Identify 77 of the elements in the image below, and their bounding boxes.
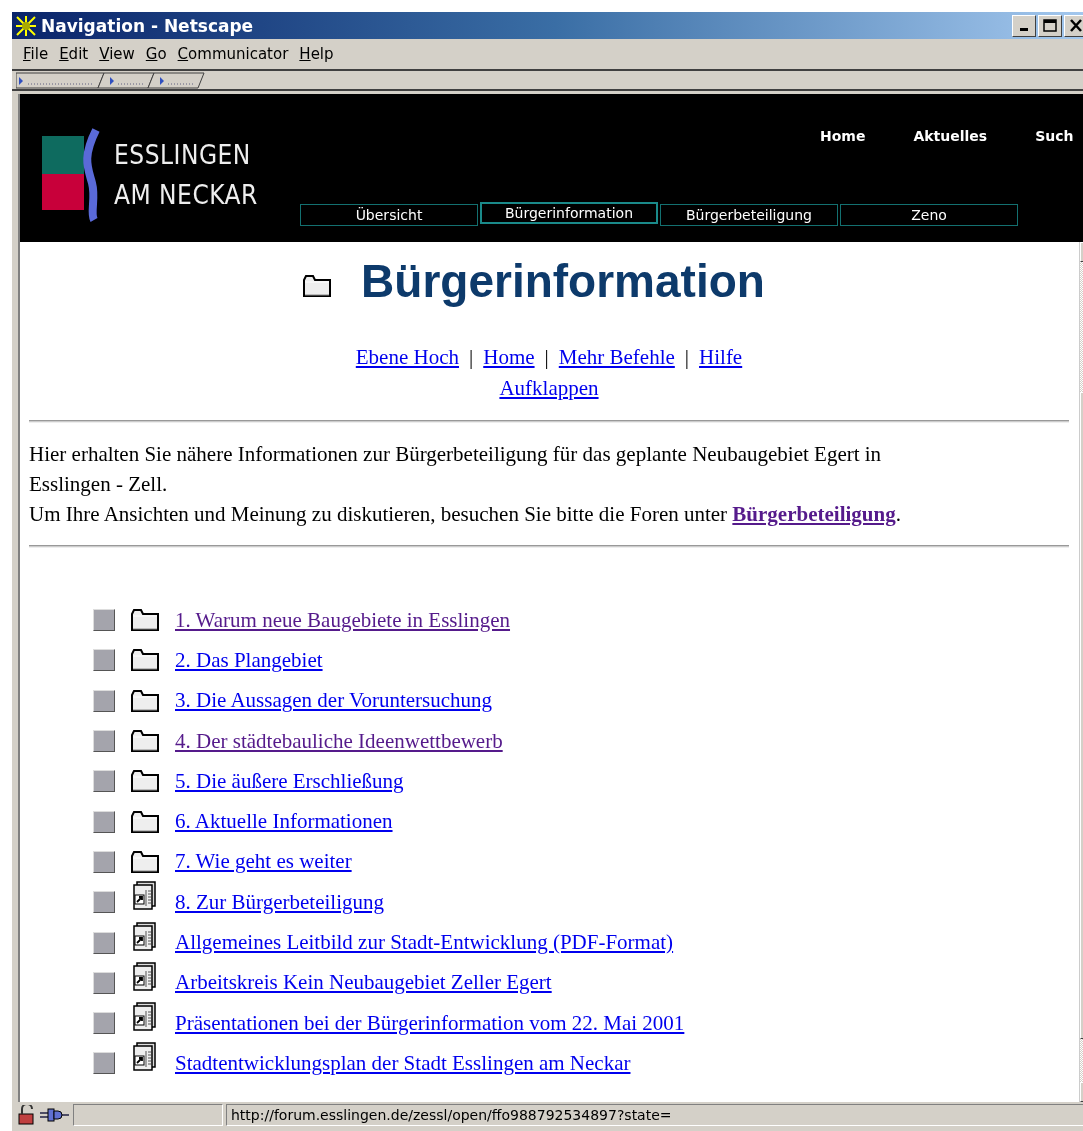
nav-link[interactable]: Mehr Befehle <box>558 345 675 369</box>
nav-tab[interactable]: Bürgerbeteiligung <box>660 204 838 226</box>
intro-text: Hier erhalten Sie nähere Informationen zur Bürgerbeteiligung für das geplante Neubaugebiet Egert in Esslingen - Zell. <box>29 442 882 496</box>
bullet-icon <box>93 689 115 712</box>
list-link[interactable]: 4. Der städtebauliche Ideenwettbewerb <box>175 728 503 754</box>
list-link[interactable]: Präsentationen bei der Bürgerinformation vom 22. Mai 2001 <box>175 1010 685 1036</box>
app-icon <box>15 14 37 37</box>
folder-icon <box>131 730 159 753</box>
nav-link[interactable]: Home <box>483 345 535 369</box>
separator: | <box>469 345 474 369</box>
bullet-icon <box>93 850 115 873</box>
logo-icon <box>42 128 102 222</box>
status-url: http://forum.esslingen.de/zessl/open/ffo988792534897?state= <box>226 1104 1083 1126</box>
toolbar-tabs-icon[interactable] <box>16 71 206 89</box>
nav-link[interactable]: Home <box>820 128 866 144</box>
list-link[interactable]: 5. Die äußere Erschließung <box>175 768 404 794</box>
nav-tab[interactable]: Übersicht <box>300 204 478 226</box>
nav-link[interactable]: Aktuelles <box>913 128 988 144</box>
list-link[interactable]: 6. Aktuelle Informationen <box>175 809 393 835</box>
list-link[interactable]: 2. Das Plangebiet <box>175 647 323 673</box>
bullet-icon <box>93 931 115 954</box>
intro-text: Um Ihre Ansichten und Meinung zu diskutieren, besuchen Sie bitte die Foren unter Bürgerbeteiligung. <box>29 501 902 528</box>
maximize-button[interactable] <box>1038 14 1062 37</box>
list-link[interactable]: Arbeitskreis Kein Neubaugebiet Zeller Egert <box>175 970 552 996</box>
menu-item[interactable]: File <box>23 45 49 63</box>
document-icon <box>131 881 157 912</box>
list-link[interactable]: Allgemeines Leitbild zur Stadt-Entwicklung (PDF-Format) <box>175 930 674 955</box>
list-link[interactable]: 3. Die Aussagen der Voruntersuchung <box>175 688 493 714</box>
plug-icon <box>39 1105 70 1125</box>
menu-item[interactable]: Go <box>145 45 167 63</box>
document-icon <box>131 921 157 952</box>
bullet-icon <box>93 1012 115 1035</box>
nav-tab[interactable]: Zeno <box>840 204 1018 226</box>
document-icon <box>131 1002 157 1033</box>
list-link[interactable]: 7. Wie geht es weiter <box>175 849 352 875</box>
bullet-icon <box>93 971 115 994</box>
forum-link[interactable]: Bürgerbeteiligung <box>732 502 896 526</box>
bullet-icon <box>93 770 115 793</box>
folder-icon <box>303 275 332 297</box>
list-link[interactable]: 1. Warum neue Baugebiete in Esslingen <box>175 607 510 633</box>
bullet-icon <box>93 609 115 632</box>
page-heading: Bürgerinformation <box>361 254 765 308</box>
document-icon <box>131 1042 157 1073</box>
bullet-icon <box>93 730 115 753</box>
bullet-icon <box>93 891 115 914</box>
nav-link[interactable]: Hilfe <box>699 345 743 369</box>
folder-icon <box>131 609 159 632</box>
maximize-icon <box>1042 18 1058 33</box>
menu-item[interactable]: View <box>99 45 135 63</box>
minimize-icon <box>1020 28 1028 31</box>
logo-text: AM NECKAR <box>114 180 258 210</box>
menu-item[interactable]: Edit <box>59 45 89 63</box>
lock-icon[interactable] <box>16 1105 36 1125</box>
minimize-button[interactable] <box>1012 14 1036 37</box>
folder-icon <box>131 689 159 712</box>
folder-icon <box>131 810 159 833</box>
close-icon <box>1068 18 1083 33</box>
menu-item[interactable]: Help <box>299 45 334 63</box>
nav-link[interactable]: Such <box>1035 128 1074 144</box>
folder-icon <box>131 649 159 672</box>
window-title: Navigation - Netscape <box>41 15 254 36</box>
nav-link[interactable]: Aufklappen <box>499 376 599 400</box>
nav-tab[interactable]: Bürgerinformation <box>480 202 658 224</box>
menu-item[interactable]: Communicator <box>177 45 289 63</box>
document-icon <box>131 961 157 992</box>
separator: | <box>684 345 690 369</box>
logo-text: ESSLINGEN <box>114 140 252 170</box>
bullet-icon <box>93 810 115 833</box>
separator: | <box>544 345 549 369</box>
folder-icon <box>131 770 159 793</box>
list-link[interactable]: Stadtentwicklungsplan der Stadt Esslingen am Neckar <box>175 1050 631 1076</box>
list-link[interactable]: 8. Zur Bürgerbeteiligung <box>175 889 384 915</box>
folder-icon <box>131 850 159 873</box>
close-button[interactable] <box>1064 14 1083 37</box>
bullet-icon <box>93 649 115 672</box>
nav-link[interactable]: Ebene Hoch <box>355 345 459 369</box>
bullet-icon <box>93 1052 115 1075</box>
